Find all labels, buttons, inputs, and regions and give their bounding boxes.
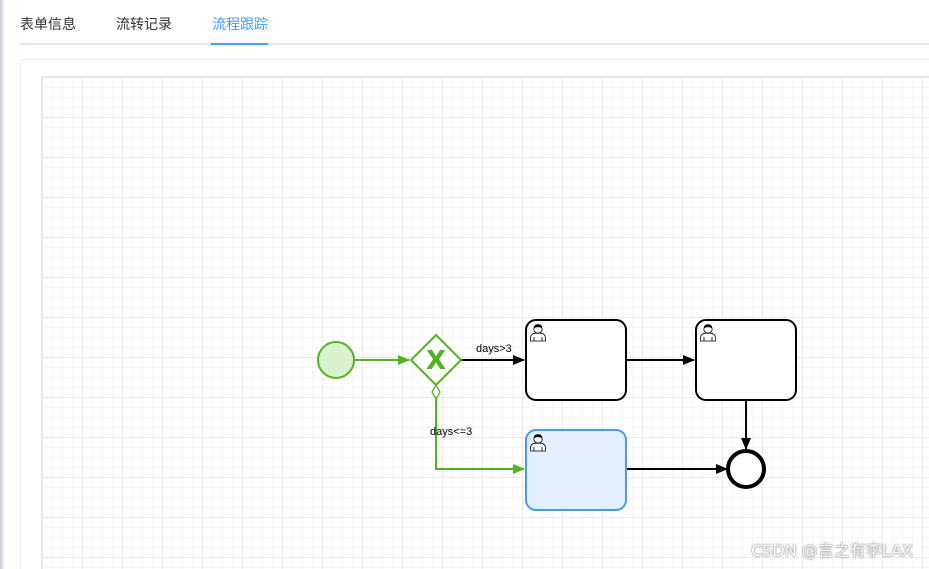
flow-label-days-le-3: days<=3: [430, 426, 472, 438]
process-tracking-view: 表单信息 流转记录 流程跟踪 days>3 days<=3 X CSDN @言之…: [0, 0, 929, 569]
user-task-3-active[interactable]: [525, 429, 627, 511]
exclusive-gateway[interactable]: X: [409, 333, 463, 387]
gateway-x-icon: X: [426, 346, 446, 376]
end-event[interactable]: [726, 449, 766, 489]
csdn-watermark: CSDN @言之有李LAX: [751, 541, 913, 560]
flow-label-days-gt-3: days>3: [476, 343, 512, 355]
bpmn-diagram: days>3 days<=3 X: [317, 319, 797, 511]
user-task-2[interactable]: [695, 319, 797, 401]
start-event[interactable]: [317, 341, 355, 379]
user-task-1[interactable]: [525, 319, 627, 401]
